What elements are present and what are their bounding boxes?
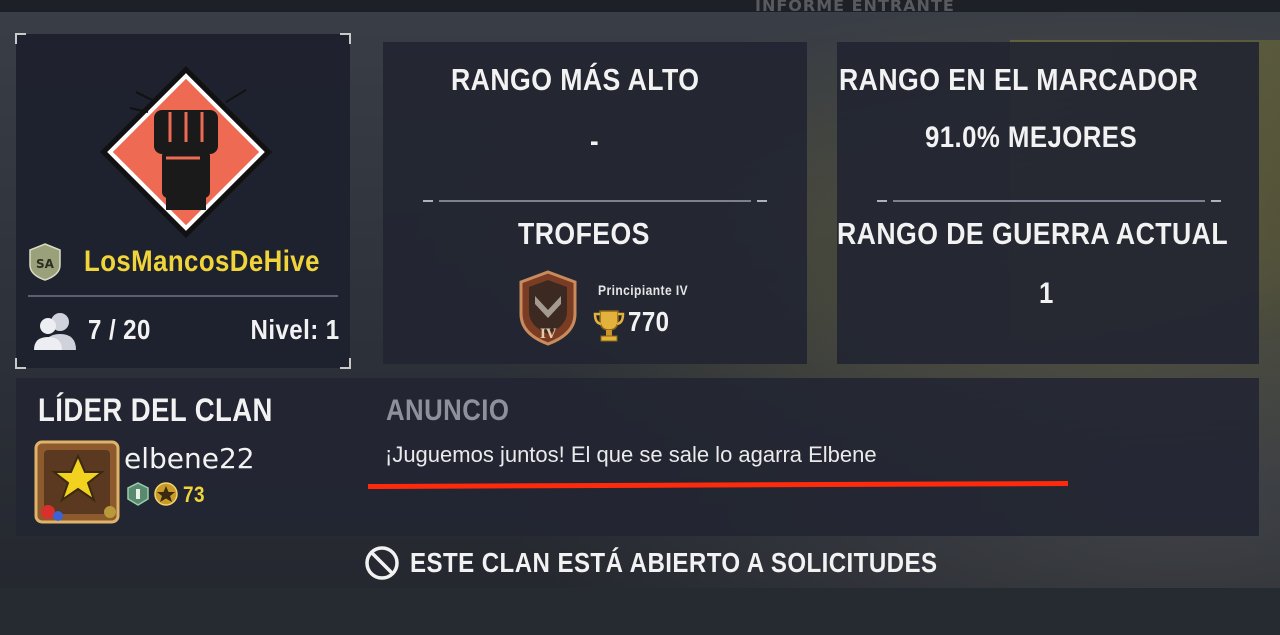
rank-badge-icon[interactable]: IV [517,270,579,346]
level-star-icon [154,482,178,506]
war-rank-title: RANGO DE GUERRA ACTUAL [837,216,1229,251]
corner-bracket [340,358,351,369]
leader-heading: LÍDER DEL CLAN [38,392,273,428]
highest-rank-value: - [589,125,599,158]
leaderboard-rank-value: 91.0% MEJORES [924,121,1137,154]
region-badge-icon: SA [29,243,61,281]
divider [877,200,1221,202]
leaderboard-rank-title: RANGO EN EL MARCADOR [839,62,1199,97]
highest-rank-title: RANGO MÁS ALTO [450,62,699,97]
trophy-count: 770 [628,306,670,337]
clan-name: LosMancosDeHive [84,245,320,278]
divider [423,200,767,202]
divider [28,295,338,297]
ban-icon [365,546,399,580]
members-icon [34,313,76,350]
trophy-rank-label: Principiante IV [598,282,689,298]
leader-announcement-panel: LÍDER DEL CLAN elbene22 73 ANUNCIO ¡Jugu… [16,378,1259,536]
leader-name[interactable]: elbene22 [124,442,255,475]
corner-bracket [15,33,26,44]
trophies-title: TROFEOS [518,216,651,251]
raised-fist-emblem-icon [100,66,272,238]
announcement-text: ¡Juguemos juntos! El que se sale lo agar… [385,442,877,467]
rank-badge-numeral: IV [540,327,557,342]
open-status-text: ESTE CLAN ESTÁ ABIERTO A SOLICITUDES [410,547,938,578]
annotation-underline [368,481,1068,489]
clan-name-row: SA LosMancosDeHive [28,242,358,282]
clan-open-status: ESTE CLAN ESTÁ ABIERTO A SOLICITUDES [364,543,1023,583]
top-strip: INFORME ENTRANTE [0,0,1280,15]
corner-bracket [15,358,26,369]
military-rank-icon [127,482,149,506]
top-strip-title: INFORME ENTRANTE [755,0,955,15]
corner-bracket [340,33,351,44]
announcement-heading: ANUNCIO [386,394,510,427]
stats-panel-leaderboard: RANGO EN EL MARCADOR 91.0% MEJORES RANGO… [837,42,1259,364]
leader-level: 73 [183,482,205,507]
region-badge-text: SA [36,257,55,271]
trophy-icon [593,310,625,342]
leader-avatar[interactable] [34,438,122,526]
war-rank-value: 1 [1039,277,1055,310]
stats-panel-rank-trophies: RANGO MÁS ALTO - TROFEOS IV Principiante… [383,42,807,364]
member-count: 7 / 20 [88,314,151,345]
clan-level: Nivel: 1 [250,314,340,345]
bottom-strip [0,588,1280,635]
clan-card[interactable]: SA LosMancosDeHive 7 / 20 Nivel: 1 [15,33,351,369]
